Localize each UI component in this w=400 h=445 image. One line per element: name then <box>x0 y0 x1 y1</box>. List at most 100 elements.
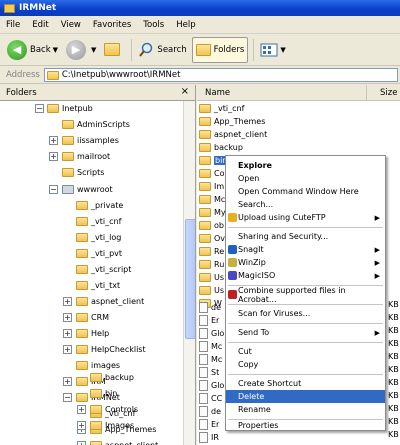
menu-item-create-shortcut[interactable]: Create Shortcut <box>226 377 385 390</box>
menu-item-upload-cuteftp[interactable]: Upload using CuteFTP ▶ <box>226 211 385 224</box>
tree-item-adminscripts[interactable]: AdminScripts <box>62 118 130 131</box>
expand-icon[interactable]: + <box>77 441 86 445</box>
list-item[interactable]: Mc <box>199 193 225 206</box>
menu-file[interactable]: File <box>0 20 26 30</box>
folders-scrollbar[interactable] <box>183 101 195 445</box>
menu-item-magiciso[interactable]: MagicISO ▶ <box>226 269 385 282</box>
list-item[interactable]: de <box>199 405 221 418</box>
menu-view[interactable]: View <box>55 20 87 30</box>
list-item[interactable]: Mc <box>199 340 222 353</box>
menu-tools[interactable]: Tools <box>137 20 170 30</box>
list-item[interactable]: Glo <box>199 379 224 392</box>
size-column-header[interactable]: Size <box>367 88 397 98</box>
up-button[interactable] <box>101 37 126 63</box>
list-item[interactable]: St <box>199 366 219 379</box>
collapse-icon[interactable]: − <box>35 104 44 113</box>
name-column-header[interactable]: Name <box>197 85 367 100</box>
expand-icon[interactable]: + <box>49 152 58 161</box>
list-item[interactable]: My <box>199 206 226 219</box>
tree-item-irm[interactable]: IRM <box>76 375 106 388</box>
list-item[interactable]: backup <box>199 141 243 154</box>
menu-edit[interactable]: Edit <box>26 20 54 30</box>
expand-icon[interactable]: + <box>63 297 72 306</box>
menu-item-rename[interactable]: Rename <box>226 403 385 416</box>
list-item[interactable]: CC <box>199 392 222 405</box>
menu-item-properties[interactable]: Properties <box>226 419 385 432</box>
list-item[interactable]: Co <box>199 167 224 180</box>
list-item[interactable]: Im <box>199 180 224 193</box>
list-item[interactable]: ob <box>199 219 224 232</box>
tree-item-help[interactable]: Help <box>76 327 109 340</box>
tree-item-mailroot[interactable]: mailroot <box>62 150 110 163</box>
list-item[interactable]: Er <box>199 418 219 431</box>
menu-item-open-command-window[interactable]: Open Command Window Here <box>226 185 385 198</box>
expand-icon[interactable]: + <box>77 425 86 434</box>
tree-item-app-themes[interactable]: App_Themes <box>90 423 156 436</box>
menu-help[interactable]: Help <box>170 20 201 30</box>
dropdown-arrow-icon[interactable]: ▼ <box>53 46 58 54</box>
menu-item-copy[interactable]: Copy <box>226 358 385 371</box>
menu-item-scan-viruses[interactable]: Scan for Viruses... <box>226 307 385 320</box>
close-icon[interactable]: × <box>181 86 189 97</box>
scrollbar-thumb[interactable] <box>185 219 195 339</box>
menu-item-sharing-security[interactable]: Sharing and Security... <box>226 230 385 243</box>
menu-item-explore[interactable]: Explore <box>226 159 385 172</box>
tree-item-iissamples[interactable]: iissamples <box>62 134 119 147</box>
menu-item-combine-acrobat[interactable]: Combine supported files in Acrobat... <box>226 286 385 304</box>
tree-item-vti-script[interactable]: _vti_script <box>76 263 131 276</box>
menu-item-open[interactable]: Open <box>226 172 385 185</box>
views-button[interactable]: ▼ <box>257 37 288 63</box>
expand-icon[interactable]: + <box>63 313 72 322</box>
list-item[interactable]: Re <box>199 245 224 258</box>
folder-icon <box>76 377 88 386</box>
tree-item-private[interactable]: _private <box>76 199 123 212</box>
forward-button[interactable]: ▶ ▼ <box>63 37 99 63</box>
search-button[interactable]: Search <box>135 37 189 63</box>
list-item[interactable]: Us <box>199 284 224 297</box>
tree-item-vti-pvt[interactable]: _vti_pvt <box>76 247 122 260</box>
tree-item-irmnet[interactable]: IRMNet <box>76 391 120 404</box>
menu-item-snagit[interactable]: SnagIt ▶ <box>226 243 385 256</box>
dropdown-arrow-icon[interactable]: ▼ <box>91 46 96 54</box>
list-item[interactable]: Glo <box>199 327 224 340</box>
list-item[interactable]: de <box>199 301 221 314</box>
list-item[interactable]: _vti_cnf <box>199 102 244 115</box>
menu-item-delete[interactable]: Delete <box>226 390 385 403</box>
expand-icon[interactable]: + <box>63 345 72 354</box>
tree-item-vti-txt[interactable]: _vti_txt <box>76 279 120 292</box>
expand-icon[interactable]: + <box>49 136 58 145</box>
menu-item-send-to[interactable]: Send To ▶ <box>226 326 385 339</box>
tree-item-irmnet-aspnet-client[interactable]: aspnet_client <box>90 439 158 445</box>
expand-icon[interactable]: + <box>63 377 72 386</box>
tree-item-wwwroot[interactable]: wwwroot <box>62 183 113 196</box>
list-item-selected[interactable]: bin <box>199 154 229 167</box>
tree-item-vti-cnf[interactable]: _vti_cnf <box>76 215 121 228</box>
folders-button[interactable]: Folders <box>191 36 249 63</box>
list-item[interactable]: Mc <box>199 353 222 366</box>
tree-item-images[interactable]: images <box>76 359 120 372</box>
list-item[interactable]: Ru <box>199 258 224 271</box>
tree-item-inetpub[interactable]: Inetpub <box>47 102 93 115</box>
list-item[interactable]: Er <box>199 314 219 327</box>
list-item[interactable]: Ov <box>199 232 225 245</box>
tree-item-aspnet-client[interactable]: aspnet_client <box>76 295 144 308</box>
address-input[interactable]: C:\Inetpub\wwwroot\IRMNet <box>43 68 398 82</box>
tree-item-irmnet-vti-cnf[interactable]: _vti_cnf <box>90 407 135 420</box>
list-item[interactable]: App_Themes <box>199 115 265 128</box>
tree-item-helpchecklist[interactable]: HelpChecklist <box>76 343 146 356</box>
back-button[interactable]: ◀ Back ▼ <box>4 37 61 63</box>
collapse-icon[interactable]: − <box>63 393 72 402</box>
menu-item-search[interactable]: Search... <box>226 198 385 211</box>
menu-favorites[interactable]: Favorites <box>87 20 137 30</box>
list-item[interactable]: IR <box>199 431 219 444</box>
menu-item-cut[interactable]: Cut <box>226 345 385 358</box>
tree-item-crm[interactable]: CRM <box>76 311 109 324</box>
expand-icon[interactable]: + <box>63 329 72 338</box>
list-item[interactable]: aspnet_client <box>199 128 267 141</box>
tree-item-vti-log[interactable]: _vti_log <box>76 231 121 244</box>
collapse-icon[interactable]: − <box>49 185 58 194</box>
list-item[interactable]: Us <box>199 271 224 284</box>
tree-item-scripts[interactable]: Scripts <box>62 166 104 179</box>
dropdown-arrow-icon[interactable]: ▼ <box>280 46 285 54</box>
menu-item-winzip[interactable]: WinZip ▶ <box>226 256 385 269</box>
